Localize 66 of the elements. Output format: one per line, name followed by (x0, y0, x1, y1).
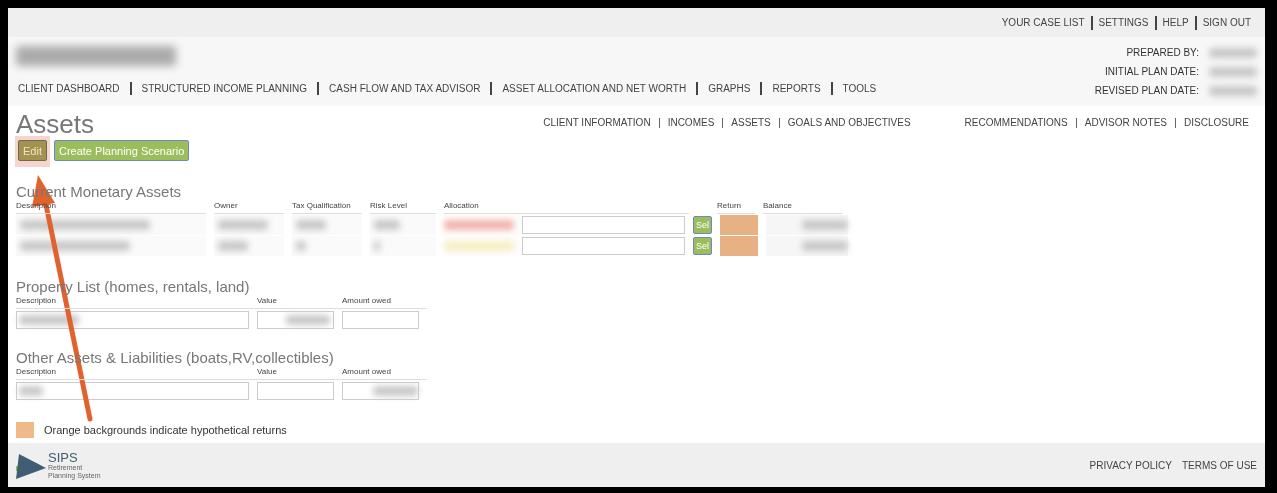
blurred-value (1209, 85, 1257, 96)
legend-swatch (16, 422, 34, 438)
sub-nav-link[interactable]: ASSETS (723, 117, 779, 128)
plan-info-label: PREPARED BY: (1126, 47, 1199, 58)
page-title: Assets (16, 110, 95, 138)
column-header: Balance (763, 201, 843, 214)
column-header: Value (257, 296, 342, 309)
sub-nav-link[interactable]: CLIENT INFORMATION (535, 117, 659, 128)
top-nav-link[interactable]: YOUR CASE LIST (995, 17, 1091, 28)
blurred-text (19, 386, 43, 396)
blurred-text (19, 315, 79, 325)
blurred-text (296, 220, 326, 230)
legend-text: Orange backgrounds indicate hypothetical returns (44, 424, 287, 436)
blurred-text (373, 386, 418, 396)
column-header: Description (16, 367, 257, 380)
column-header: Owner (214, 201, 284, 214)
blurred-balance (802, 241, 848, 251)
description-field[interactable] (16, 311, 249, 329)
value-field[interactable] (257, 382, 334, 400)
blurred-allocation (444, 220, 514, 230)
blurred-balance (802, 220, 848, 230)
blurred-text (218, 220, 268, 230)
return-field[interactable] (720, 236, 758, 256)
return-field[interactable] (720, 215, 758, 235)
logo-triangle-icon (16, 453, 46, 480)
sub-nav-link[interactable]: RECOMMENDATIONS (956, 117, 1076, 128)
main-nav-link[interactable]: REPORTS (762, 83, 831, 94)
sub-nav-link[interactable]: INCOMES (659, 117, 723, 128)
logo-text: SIPS (48, 450, 79, 464)
main-nav-link[interactable]: TOOLS (832, 83, 887, 94)
main-nav-link[interactable]: GRAPHS (698, 83, 761, 94)
column-header: Description (16, 296, 257, 309)
column-header: Return (717, 201, 755, 214)
plan-info-label: INITIAL PLAN DATE: (1105, 66, 1199, 77)
main-nav-link[interactable]: ASSET ALLOCATION AND NET WORTH (492, 83, 697, 94)
main-nav-link[interactable]: CLIENT DASHBOARD (16, 83, 130, 94)
blurred-value (1209, 66, 1257, 77)
top-nav-link[interactable]: SETTINGS (1092, 17, 1155, 28)
main-nav-link[interactable]: CASH FLOW AND TAX ADVISOR (319, 83, 491, 94)
column-header: Amount owed (342, 296, 427, 309)
column-header: Tax Qualification (292, 201, 362, 214)
column-header: Amount owed (342, 367, 427, 380)
blurred-text (218, 241, 248, 251)
plan-info-label: REVISED PLAN DATE: (1094, 85, 1199, 96)
blurred-text (286, 315, 330, 325)
blurred-value (1209, 47, 1257, 58)
main-nav-link[interactable]: STRUCTURED INCOME PLANNING (131, 83, 318, 94)
column-header: Risk Level (370, 201, 436, 214)
sub-nav-link[interactable]: DISCLOSURE (1176, 117, 1257, 128)
column-header: Allocation (444, 201, 689, 214)
sub-nav-link[interactable]: GOALS AND OBJECTIVES (779, 117, 919, 128)
top-nav-link[interactable]: SIGN OUT (1196, 17, 1257, 28)
sub-nav-link[interactable]: ADVISOR NOTES (1076, 117, 1175, 128)
footer-link[interactable]: PRIVACY POLICY (1089, 459, 1172, 471)
blurred-allocation (444, 241, 514, 251)
value-field[interactable] (257, 311, 334, 329)
footer-link[interactable]: TERMS OF USE (1182, 459, 1257, 471)
top-nav-link[interactable]: HELP (1156, 17, 1195, 28)
blurred-text (296, 241, 306, 251)
amount-owed-field[interactable] (342, 311, 419, 329)
amount-owed-field[interactable] (342, 382, 419, 400)
description-field[interactable] (16, 382, 249, 400)
blurred-text (374, 220, 400, 230)
allocation-field[interactable] (522, 216, 685, 234)
allocation-field[interactable] (522, 237, 685, 255)
column-header: Value (257, 367, 342, 380)
